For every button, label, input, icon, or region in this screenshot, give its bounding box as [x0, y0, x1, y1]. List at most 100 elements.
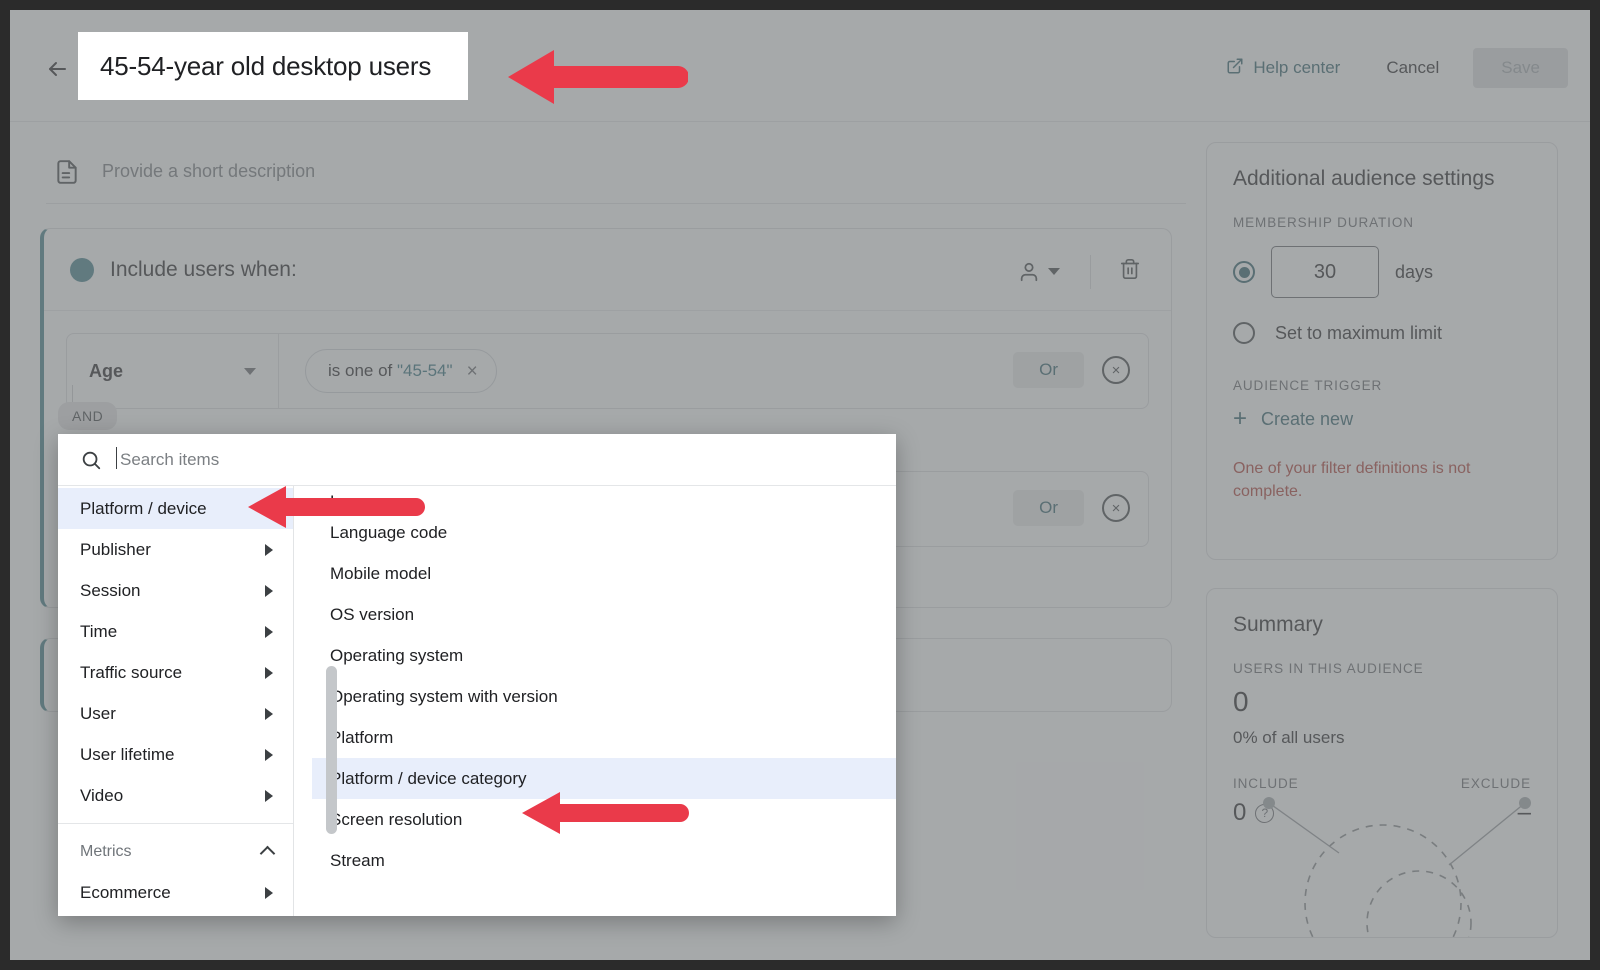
menu-item-user-lifetime[interactable]: User lifetime — [58, 734, 293, 775]
metrics-section-label: Metrics — [80, 842, 132, 860]
create-new-label: Create new — [1261, 408, 1354, 429]
chevron-right-icon — [265, 748, 273, 761]
chevron-right-icon — [265, 707, 273, 720]
dimension-select[interactable]: Age — [67, 334, 279, 408]
menu-item-label: Session — [80, 580, 141, 600]
chevron-right-icon — [265, 666, 273, 679]
and-connector-line — [72, 385, 73, 403]
condition-card-header: Include users when: — [44, 229, 1171, 311]
menu-item-session[interactable]: Session — [58, 570, 293, 611]
condition-row-actions: Or × — [1013, 490, 1130, 526]
callout-arrow-platform-device-category — [522, 792, 689, 834]
dimension-picker-popup: Search items Platform / device Publisher… — [58, 434, 896, 916]
chevron-right-icon — [265, 584, 273, 597]
save-button[interactable]: Save — [1473, 48, 1568, 88]
and-operator-chip[interactable]: AND — [58, 402, 118, 430]
condition-row: Age is one of "45-54" × Or × — [66, 333, 1149, 409]
option-mobile-model[interactable]: Mobile model — [312, 553, 896, 594]
header-actions: Help center Cancel Save — [1212, 48, 1568, 88]
or-button[interactable]: Or — [1013, 352, 1084, 388]
menu-item-label: Traffic source — [80, 662, 183, 682]
or-button[interactable]: Or — [1013, 490, 1084, 526]
option-operating-system-with-version[interactable]: Operating system with version — [312, 676, 896, 717]
option-label: Screen resolution — [330, 809, 463, 829]
chevron-right-icon — [265, 886, 273, 899]
menu-item-label: Platform / device — [80, 498, 207, 518]
audience-title-value: 45-54-year old desktop users — [100, 50, 432, 81]
option-label: Platform — [330, 727, 394, 747]
cancel-button[interactable]: Cancel — [1368, 50, 1457, 86]
trash-icon — [1120, 259, 1140, 279]
screenshot-frame: Help center Cancel Save Provide a short … — [0, 0, 1600, 970]
remove-condition-row-button[interactable]: × — [1102, 494, 1130, 522]
additional-audience-settings-panel: Additional audience settings MEMBERSHIP … — [1206, 142, 1558, 560]
plus-icon: + — [1233, 405, 1248, 432]
option-stream[interactable]: Stream — [312, 840, 896, 881]
menu-item-label: Publisher — [80, 539, 151, 559]
dimension-label: Age — [89, 360, 124, 381]
duration-days-radio[interactable] — [1233, 261, 1255, 283]
chevron-down-icon — [1048, 268, 1060, 275]
menu-item-label: Ecommerce — [80, 882, 171, 902]
option-os-version[interactable]: OS version — [312, 594, 896, 635]
filter-error-message: One of your filter definitions is not co… — [1233, 460, 1471, 501]
menu-item-video[interactable]: Video — [58, 775, 293, 816]
users-percent-label: 0% of all users — [1233, 728, 1345, 747]
option-label: Platform / device category — [330, 768, 527, 788]
callout-arrow-title — [508, 50, 688, 104]
option-label: Mobile model — [330, 563, 432, 583]
summary-panel: Summary USERS IN THIS AUDIENCE 0 0% of a… — [1206, 588, 1558, 938]
condition-card-title: Include users when: — [110, 257, 297, 281]
help-center-label: Help center — [1253, 58, 1341, 77]
max-limit-row[interactable]: Set to maximum limit — [1207, 322, 1557, 344]
menu-item-label: User lifetime — [80, 744, 175, 764]
scope-selector-button[interactable] — [1006, 253, 1072, 291]
condition-header-actions — [1006, 249, 1151, 294]
audience-trigger-label: AUDIENCE TRIGGER — [1233, 378, 1383, 393]
menu-item-publisher[interactable]: Publisher — [58, 529, 293, 570]
users-in-audience-label: USERS IN THIS AUDIENCE — [1233, 661, 1424, 676]
menu-item-time[interactable]: Time — [58, 611, 293, 652]
search-input[interactable]: Search items — [115, 446, 219, 470]
filter-chip[interactable]: is one of "45-54" × — [305, 349, 497, 393]
days-unit-label: days — [1395, 261, 1434, 282]
option-label: OS version — [330, 604, 415, 624]
document-icon — [54, 157, 80, 187]
chevron-up-icon — [259, 845, 276, 862]
remove-condition-row-button[interactable]: × — [1102, 356, 1130, 384]
chip-remove-icon[interactable]: × — [467, 362, 478, 381]
popup-body: Platform / device Publisher Session Time — [58, 486, 896, 916]
chip-prefix: is one of — [328, 361, 397, 380]
option-label: Operating system — [330, 645, 464, 665]
menu-item-label: Time — [80, 621, 118, 641]
audience-title-field[interactable]: 45-54-year old desktop users — [78, 32, 468, 100]
menu-item-label: User — [80, 703, 116, 723]
summary-panel-title: Summary — [1233, 613, 1323, 636]
chip-value: "45-54" — [397, 361, 453, 380]
option-operating-system[interactable]: Operating system — [312, 635, 896, 676]
menu-divider — [58, 823, 293, 824]
metrics-section-header[interactable]: Metrics — [58, 831, 293, 872]
audience-builder-app: Help center Cancel Save Provide a short … — [10, 10, 1590, 960]
description-row[interactable]: Provide a short description — [46, 140, 1186, 204]
popup-scrollbar-thumb[interactable] — [326, 666, 337, 834]
option-platform[interactable]: Platform — [312, 717, 896, 758]
external-link-icon — [1226, 57, 1244, 80]
divider — [1090, 254, 1091, 289]
membership-days-input[interactable]: 30 — [1271, 246, 1379, 298]
popup-category-column: Platform / device Publisher Session Time — [58, 486, 294, 916]
condition-scope-dot — [70, 257, 94, 282]
create-new-trigger-button[interactable]: + Create new — [1207, 407, 1557, 431]
popup-search-bar[interactable]: Search items — [58, 434, 896, 486]
chevron-down-icon — [244, 367, 256, 375]
menu-item-traffic-source[interactable]: Traffic source — [58, 652, 293, 693]
menu-item-user[interactable]: User — [58, 693, 293, 734]
condition-row-actions: Or × — [1013, 352, 1130, 388]
menu-item-ecommerce[interactable]: Ecommerce — [58, 872, 293, 913]
callout-arrow-platform-device — [248, 486, 425, 528]
max-limit-radio[interactable] — [1233, 322, 1255, 344]
option-label: Operating system with version — [330, 686, 558, 706]
back-arrow-icon[interactable] — [38, 50, 76, 88]
help-center-link[interactable]: Help center — [1212, 49, 1354, 88]
delete-condition-button[interactable] — [1109, 249, 1151, 294]
